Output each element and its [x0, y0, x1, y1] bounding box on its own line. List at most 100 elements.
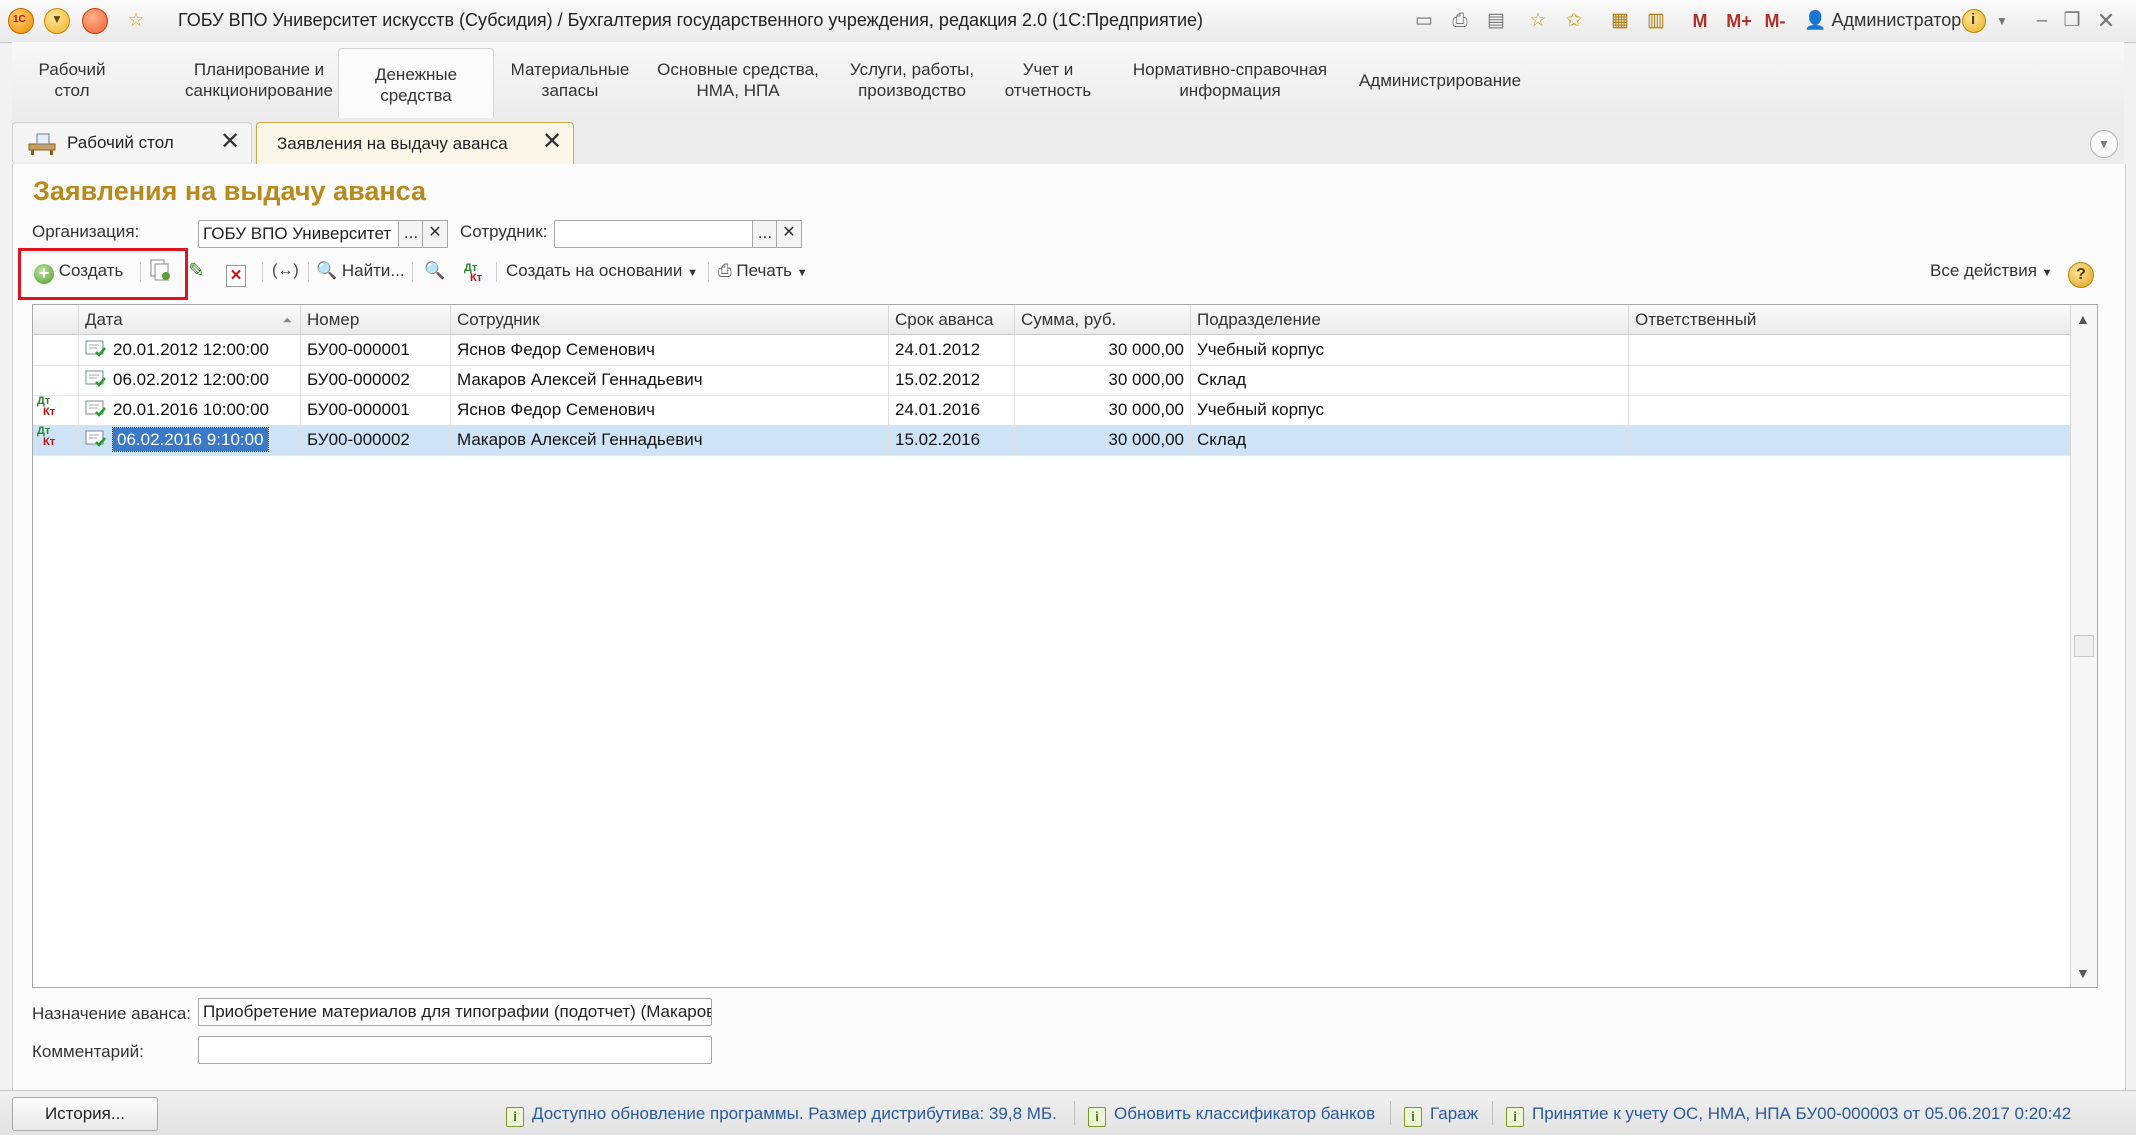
advance-purpose-input[interactable]: Приобретение материалов для типографии (… — [198, 998, 712, 1026]
save-icon[interactable]: ▭ — [1412, 9, 1436, 33]
info-icon: i — [1088, 1107, 1106, 1127]
table-row[interactable]: 20.01.2012 12:00:00 БУ00-000001 Яснов Федо… — [33, 335, 2073, 366]
chevron-down-icon: ▼ — [2041, 267, 2053, 279]
copy-icon[interactable] — [148, 256, 174, 286]
favorites-star-icon[interactable]: ☆ — [124, 9, 148, 33]
column-header-department[interactable]: Подразделение — [1191, 305, 1629, 335]
cell-responsible — [1629, 425, 2073, 455]
tab-advance-requests[interactable]: Заявления на выдачу аванса ✕ — [256, 122, 574, 165]
restore-window-icon[interactable]: ❐ — [2060, 9, 2084, 33]
column-header-number[interactable]: Номер — [301, 305, 451, 335]
history-button[interactable]: История... — [12, 1097, 158, 1131]
table-row[interactable]: 06.02.2012 12:00:00 БУ00-000002 Макаров Ал… — [33, 365, 2073, 396]
cancel-search-icon[interactable]: 🔍 — [424, 256, 450, 286]
1c-logo-icon[interactable]: 1C — [8, 8, 34, 34]
cell-number: БУ00-000001 — [301, 335, 451, 365]
comment-input[interactable] — [198, 1036, 712, 1064]
memory-plus-button[interactable]: M+ — [1722, 9, 1756, 33]
add-favorite-icon[interactable]: ☆ — [1526, 9, 1550, 33]
page-title: Заявления на выдачу аванса — [33, 176, 427, 206]
organization-select-button[interactable]: ... — [398, 220, 424, 248]
status-message-garage[interactable]: i Гараж — [1404, 1104, 1478, 1127]
cell-employee: Яснов Федор Семенович — [451, 335, 889, 365]
info-dropdown-icon[interactable]: ▼ — [1990, 9, 2014, 33]
edit-pencil-icon[interactable]: ✎ — [188, 256, 212, 286]
scroll-down-icon[interactable]: ▼ — [2076, 965, 2090, 981]
sort-asc-icon: ⏶ — [282, 313, 292, 327]
user-icon: 👤 — [1804, 10, 1827, 30]
print-button[interactable]: ⎙ Печать ▼ — [718, 256, 808, 286]
employee-clear-button[interactable]: ✕ — [776, 220, 802, 248]
info-icon[interactable]: i — [1962, 9, 1986, 33]
cell-employee: Макаров Алексей Геннадьевич — [451, 425, 889, 455]
column-header-responsible[interactable]: Ответственный — [1629, 305, 2073, 335]
tab-advance-requests-label: Заявления на выдачу аванса — [277, 134, 508, 153]
print-icon[interactable]: ⎙ — [1448, 9, 1472, 33]
create-based-on-button[interactable]: Создать на основании ▼ — [506, 256, 698, 286]
status-message-fixed-assets[interactable]: i Принятие к учету ОС, НМА, НПА БУ00-0000… — [1506, 1104, 2071, 1127]
memory-m-button[interactable]: M — [1688, 9, 1712, 33]
help-icon[interactable]: ? — [2068, 262, 2094, 288]
calculator-icon[interactable]: ▦ — [1608, 9, 1632, 33]
post-document-icon[interactable]: (↔) — [272, 256, 299, 286]
table-row[interactable]: Дт Кт 06.02.2016 9:10:00 БУ00-000002 Макаров… — [33, 425, 2073, 456]
info-icon: i — [1404, 1107, 1422, 1127]
create-button-label: Создать — [58, 261, 124, 280]
toolbar-separator — [140, 262, 141, 282]
section-cash[interactable]: Денежные средства — [338, 48, 494, 121]
close-tab-icon[interactable]: ✕ — [219, 130, 241, 154]
section-fixed-assets[interactable]: Основные средства, НМА, НПА — [640, 46, 836, 114]
column-header-due-date[interactable]: Срок аванса — [889, 305, 1015, 335]
create-button[interactable]: + Создать — [34, 256, 123, 286]
scroll-up-icon[interactable]: ▲ — [2076, 311, 2090, 327]
close-tab-icon[interactable]: ✕ — [541, 130, 563, 154]
section-accounting[interactable]: Учет и отчетность — [990, 46, 1106, 114]
employee-select-button[interactable]: ... — [752, 220, 778, 248]
column-header-amount[interactable]: Сумма, руб. — [1015, 305, 1191, 335]
section-materials[interactable]: Материальные запасы — [494, 46, 646, 114]
memory-minus-button[interactable]: M- — [1760, 9, 1790, 33]
organization-clear-button[interactable]: ✕ — [422, 220, 448, 248]
cell-responsible — [1629, 365, 2073, 395]
scroll-thumb[interactable] — [2074, 635, 2094, 657]
minimize-window-icon[interactable]: – — [2030, 9, 2054, 33]
all-actions-button[interactable]: Все действия ▼ — [1930, 256, 2053, 286]
table-row[interactable]: Дт Кт 20.01.2016 10:00:00 БУ00-000001 Яснов … — [33, 395, 2073, 426]
vertical-scrollbar[interactable]: ▲ ▼ — [2070, 305, 2097, 987]
cell-amount: 30 000,00 — [1015, 395, 1191, 425]
cell-due-date: 15.02.2012 — [889, 365, 1015, 395]
cell-due-date: 15.02.2016 — [889, 425, 1015, 455]
employee-input[interactable] — [554, 220, 754, 248]
section-desktop[interactable]: Рабочий стол — [20, 46, 124, 114]
cell-due-date: 24.01.2012 — [889, 335, 1015, 365]
cell-status: Дт Кт — [33, 395, 79, 425]
tab-desktop[interactable]: Рабочий стол ✕ — [12, 122, 252, 162]
section-reference[interactable]: Нормативно-справочная информация — [1128, 46, 1332, 114]
printer-icon: ⎙ — [718, 261, 732, 280]
preview-icon[interactable]: ▤ — [1484, 9, 1508, 33]
document-posted-icon — [85, 368, 107, 387]
user-menu[interactable]: 👤 Администратор — [1804, 10, 1961, 31]
calendar-icon[interactable]: ▥ — [1644, 9, 1668, 33]
status-bar: История... i Доступно обновление программ… — [0, 1090, 2136, 1135]
column-header-date[interactable]: Дата ⏶ — [79, 305, 301, 335]
cell-date: 06.02.2012 12:00:00 — [79, 365, 301, 395]
tabs-list-dropdown-icon[interactable]: ▼ — [2090, 130, 2118, 158]
documents-table: Дата ⏶ Номер Сотрудник Срок аванса Сумма… — [32, 304, 2098, 988]
favorites-list-icon[interactable]: ✩ — [1562, 9, 1586, 33]
status-message-banks[interactable]: i Обновить классификатор банков — [1088, 1104, 1375, 1127]
cell-employee: Яснов Федор Семенович — [451, 395, 889, 425]
section-administration[interactable]: Администрирование — [1352, 46, 1528, 114]
status-message-update[interactable]: i Доступно обновление программы. Размер д… — [506, 1104, 1057, 1127]
section-planning[interactable]: Планирование и санкционирование — [166, 46, 352, 114]
close-window-icon[interactable]: ✕ — [2094, 9, 2118, 33]
dt-kt-icon[interactable]: Дт Кт — [462, 256, 486, 286]
column-header-employee[interactable]: Сотрудник — [451, 305, 889, 335]
info-icon: i — [1506, 1107, 1524, 1127]
dropdown-menu-icon[interactable]: ▼ — [44, 8, 70, 34]
find-button[interactable]: 🔍 Найти... — [316, 256, 405, 286]
delete-mark-icon[interactable]: ✕ — [226, 256, 250, 287]
organization-input[interactable]: ГОБУ ВПО Университет — [198, 220, 402, 248]
section-services[interactable]: Услуги, работы, производство — [832, 46, 992, 114]
main-menu-icon[interactable] — [82, 8, 108, 34]
